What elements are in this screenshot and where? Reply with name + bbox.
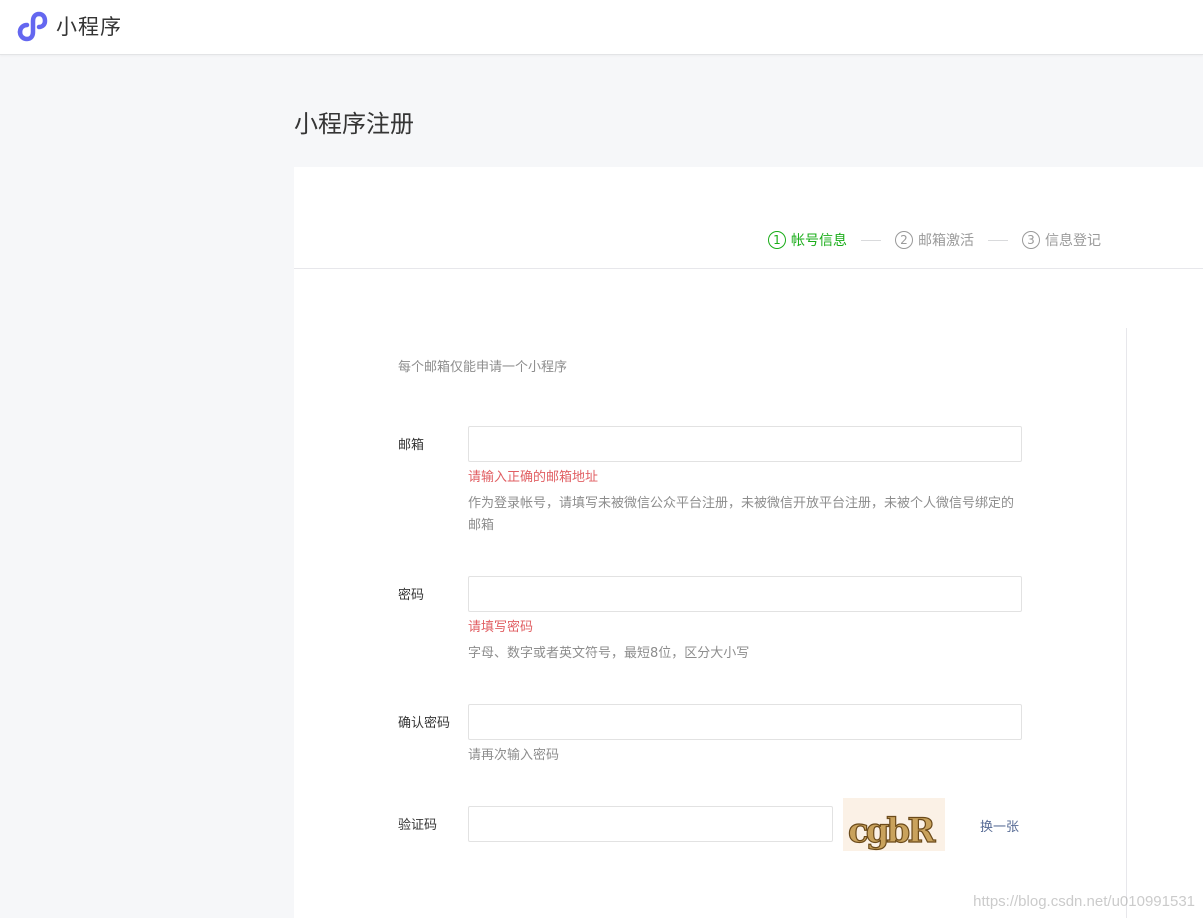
- step-number: 3: [1022, 231, 1040, 249]
- mini-program-logo-icon: [16, 10, 48, 42]
- steps-bar: 1 帐号信息 2 邮箱激活 3 信息登记: [294, 167, 1203, 269]
- email-label: 邮箱: [398, 438, 425, 453]
- confirm-password-control: 请再次输入密码: [468, 704, 1022, 767]
- captcha-refresh-link[interactable]: 换一张: [980, 816, 1019, 835]
- form-tip: 每个邮箱仅能申请一个小程序: [398, 360, 568, 375]
- captcha-field[interactable]: [468, 806, 833, 842]
- email-help: 作为登录帐号，请填写未被微信公众平台注册，未被微信开放平台注册，未被个人微信号绑…: [468, 496, 1015, 533]
- email-field[interactable]: [468, 426, 1022, 462]
- step-account-info: 1 帐号信息: [768, 230, 847, 250]
- vertical-divider: [1126, 328, 1127, 918]
- captcha-control: cgbR 换一张: [468, 798, 1019, 852]
- email-control: 请输入正确的邮箱地址 作为登录帐号，请填写未被微信公众平台注册，未被微信开放平台…: [468, 426, 1022, 537]
- password-help: 字母、数字或者英文符号，最短8位，区分大小写: [468, 646, 750, 661]
- app-name: 小程序: [56, 15, 122, 39]
- page-title: 小程序注册: [294, 110, 414, 138]
- step-info-registration: 3 信息登记: [1022, 230, 1101, 250]
- step-email-activation: 2 邮箱激活: [895, 230, 974, 250]
- step-separator: [988, 239, 1008, 241]
- confirm-password-field[interactable]: [468, 704, 1022, 740]
- step-indicator: 1 帐号信息 2 邮箱激活 3 信息登记: [768, 230, 1101, 250]
- step-separator: [861, 239, 881, 241]
- email-error: 请输入正确的邮箱地址: [468, 470, 599, 485]
- top-navigation-bar: 小程序: [0, 0, 1203, 55]
- confirm-password-label: 确认密码: [398, 716, 451, 731]
- step-label: 邮箱激活: [918, 233, 974, 249]
- confirm-password-help: 请再次输入密码: [468, 748, 560, 763]
- captcha-image[interactable]: cgbR: [843, 798, 945, 852]
- step-number: 2: [895, 231, 913, 249]
- password-error: 请填写密码: [468, 620, 534, 635]
- password-control: 请填写密码 字母、数字或者英文符号，最短8位，区分大小写: [468, 576, 1022, 665]
- registration-card: 1 帐号信息 2 邮箱激活 3 信息登记 每个邮箱仅能申请一个小程序 邮箱 请输…: [294, 167, 1203, 918]
- password-field[interactable]: [468, 576, 1022, 612]
- captcha-label: 验证码: [398, 818, 438, 833]
- step-label: 信息登记: [1045, 233, 1101, 249]
- captcha-image-text: cgbR: [848, 811, 936, 851]
- password-label: 密码: [398, 588, 425, 603]
- brand[interactable]: 小程序: [16, 10, 122, 42]
- step-label: 帐号信息: [791, 233, 847, 249]
- step-number: 1: [768, 231, 786, 249]
- watermark: https://blog.csdn.net/u010991531: [973, 893, 1195, 910]
